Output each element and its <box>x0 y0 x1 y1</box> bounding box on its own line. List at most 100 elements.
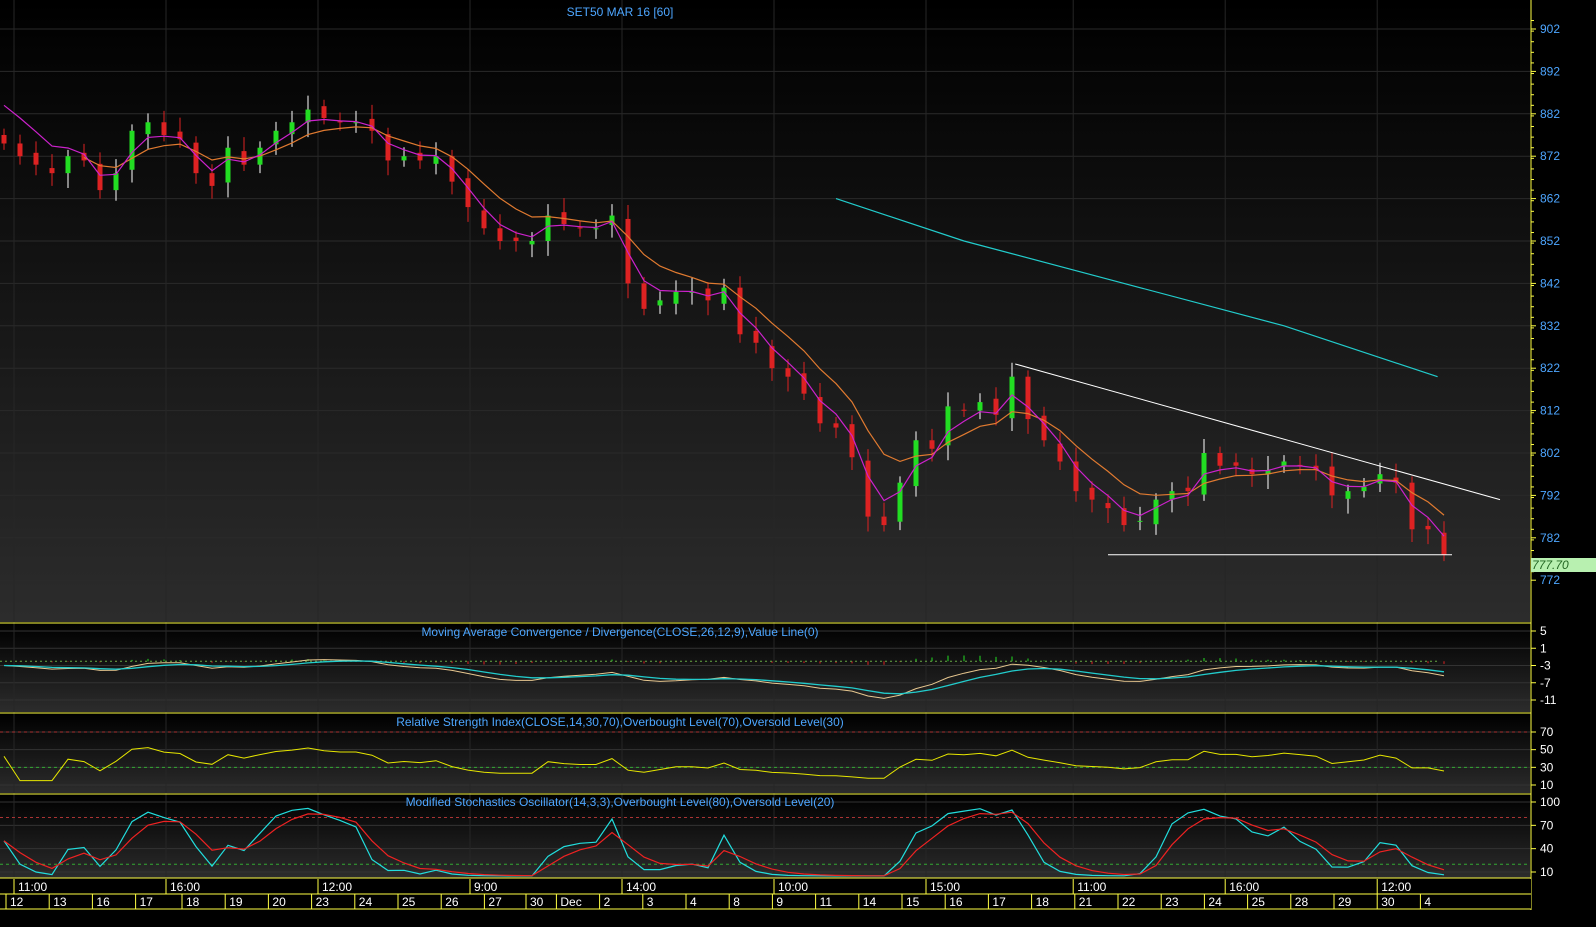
price-tick-label: 822 <box>1540 361 1560 375</box>
candle-down <box>1233 462 1239 466</box>
candle-down <box>881 516 887 526</box>
date-label: 24 <box>1208 895 1222 909</box>
date-label: 23 <box>316 895 330 909</box>
candle-down <box>321 106 327 119</box>
date-label: 8 <box>733 895 740 909</box>
date-label: 28 <box>1295 895 1309 909</box>
candle-down <box>1425 525 1431 530</box>
candle-down <box>641 283 647 309</box>
candle-down <box>1 135 7 144</box>
candle-up <box>657 300 663 306</box>
candle-up <box>977 402 983 411</box>
candle-down <box>961 409 967 411</box>
date-label: 25 <box>1252 895 1266 909</box>
candle-up <box>145 122 151 135</box>
candle-down <box>1105 503 1111 509</box>
price-tick-label: 832 <box>1540 319 1560 333</box>
candle-up <box>945 406 951 446</box>
date-label: 25 <box>402 895 416 909</box>
candle-down <box>337 121 343 123</box>
candle-down <box>33 152 39 165</box>
candle-down <box>785 368 791 377</box>
candle-down <box>465 178 471 208</box>
price-tick-label: 872 <box>1540 149 1560 163</box>
time-label: 16:00 <box>170 880 200 894</box>
date-label: 2 <box>604 895 611 909</box>
candle-down <box>1089 487 1095 500</box>
candle-down <box>833 423 839 428</box>
date-label: 15 <box>906 895 920 909</box>
candle-up <box>225 147 231 183</box>
date-label: 4 <box>1424 895 1431 909</box>
candle-down <box>481 210 487 229</box>
candle-down <box>929 440 935 449</box>
stock-chart: SET50 MAR 16 [60] Moving Average Converg… <box>0 0 1596 910</box>
candle-down <box>17 143 23 157</box>
date-label: 11 <box>820 895 833 909</box>
date-label: 27 <box>488 895 502 909</box>
price-tick-label: 902 <box>1540 22 1560 36</box>
macd-tick-label: -11 <box>1540 693 1557 707</box>
date-label: 9 <box>776 895 783 909</box>
date-label: 21 <box>1079 895 1093 909</box>
date-label: 17 <box>140 895 154 909</box>
date-label: 18 <box>186 895 200 909</box>
chart-title: SET50 MAR 16 [60] <box>567 5 674 19</box>
price-tick-label: 772 <box>1540 573 1560 587</box>
date-label: 22 <box>1122 895 1136 909</box>
rsi-title: Relative Strength Index(CLOSE,14,30,70),… <box>396 715 844 729</box>
candle-down <box>241 151 247 165</box>
candle-up <box>401 156 407 161</box>
date-label: 26 <box>445 895 459 909</box>
date-label: 30 <box>530 895 544 909</box>
price-panel <box>0 0 1530 622</box>
date-label: 3 <box>647 895 654 909</box>
price-tick-label: 882 <box>1540 107 1560 121</box>
rsi-tick-label: 10 <box>1540 778 1554 792</box>
date-label: 4 <box>690 895 697 909</box>
candle-up <box>1377 474 1383 484</box>
date-label: 23 <box>1165 895 1179 909</box>
candle-down <box>1185 487 1191 492</box>
candle-up <box>529 241 535 245</box>
stoch-title: Modified Stochastics Oscillator(14,3,3),… <box>406 795 835 809</box>
stoch-tick-label: 40 <box>1540 842 1554 856</box>
rsi-tick-label: 30 <box>1540 760 1554 774</box>
time-label: 11:00 <box>18 880 47 894</box>
macd-title: Moving Average Convergence / Divergence(… <box>421 625 818 639</box>
candle-up <box>113 173 119 191</box>
date-label: 24 <box>359 895 373 909</box>
candle-down <box>97 163 103 191</box>
price-tick-label: 852 <box>1540 234 1560 248</box>
date-label: 17 <box>992 895 1006 909</box>
candle-down <box>209 173 215 186</box>
candle-down <box>1249 469 1255 475</box>
time-label: 15:00 <box>930 880 960 894</box>
time-label: 12:00 <box>1381 880 1411 894</box>
date-label: 18 <box>1036 895 1050 909</box>
date-label: 16 <box>96 895 110 909</box>
price-tick-label: 792 <box>1540 488 1560 502</box>
last-price-value: 777.70 <box>1532 558 1569 572</box>
time-label: 9:00 <box>474 880 498 894</box>
candle-down <box>625 218 631 284</box>
stoch-tick-label: 100 <box>1540 795 1560 809</box>
candle-up <box>721 287 727 304</box>
date-label: 29 <box>1338 895 1352 909</box>
candle-up <box>545 215 551 241</box>
candle-up <box>913 440 919 487</box>
date-label: Dec <box>560 895 581 909</box>
date-label: 14 <box>863 895 877 909</box>
candle-down <box>497 228 503 241</box>
date-label: 13 <box>53 895 67 909</box>
macd-tick-label: 5 <box>1540 624 1547 638</box>
date-label: 19 <box>229 895 243 909</box>
candle-up <box>65 156 71 174</box>
price-tick-label: 802 <box>1540 446 1560 460</box>
candle-up <box>1345 491 1351 499</box>
candle-up <box>1361 486 1367 492</box>
candle-up <box>593 228 599 230</box>
candle-down <box>577 227 583 229</box>
price-tick-label: 892 <box>1540 64 1560 78</box>
date-label: 16 <box>949 895 963 909</box>
